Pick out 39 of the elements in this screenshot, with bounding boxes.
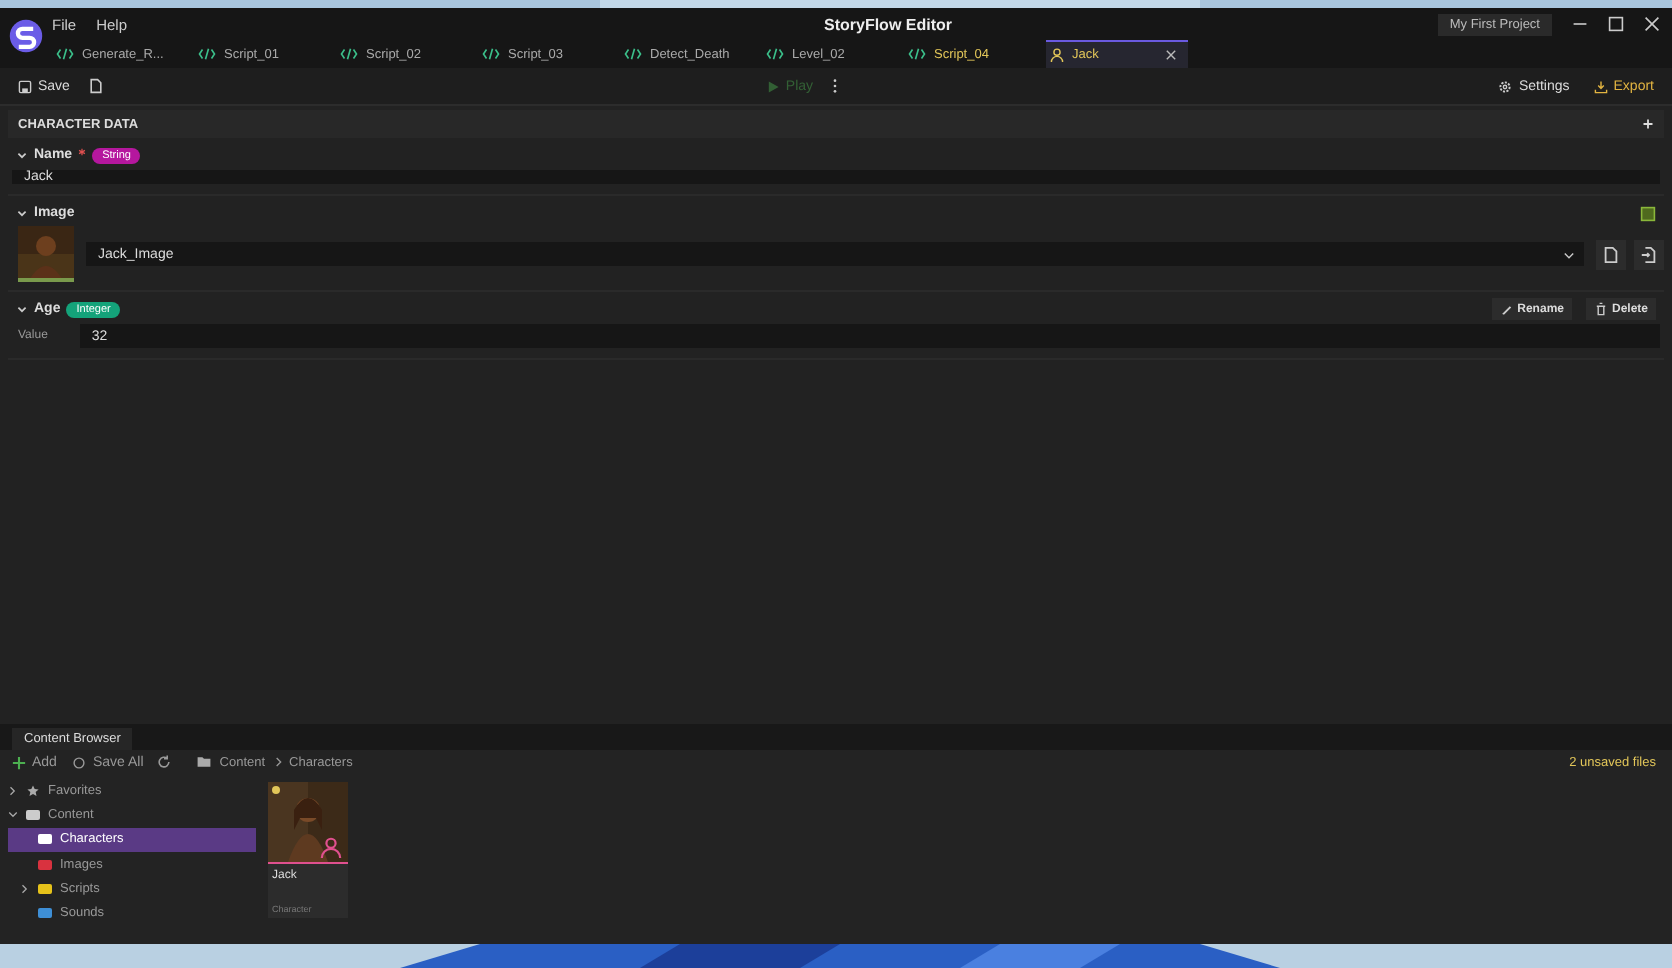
code-icon (56, 48, 74, 60)
refresh-icon[interactable] (155, 754, 172, 770)
chevron-icon (1562, 247, 1576, 261)
chevron-icon[interactable] (20, 883, 30, 894)
chevron-icon[interactable] (8, 785, 18, 796)
code-icon (908, 48, 926, 60)
add-icon[interactable] (1642, 118, 1654, 130)
code-icon (482, 48, 500, 60)
chevron-icon[interactable] (16, 303, 28, 315)
chevron-icon (273, 756, 282, 768)
code-icon (624, 48, 642, 60)
close-icon[interactable] (1164, 48, 1178, 62)
code-icon (198, 48, 216, 60)
file-icon[interactable] (1596, 239, 1626, 269)
document-icon[interactable] (87, 78, 104, 94)
circle-icon (72, 755, 87, 769)
image-icon[interactable] (1640, 205, 1656, 221)
code-icon (766, 48, 784, 60)
close-icon[interactable] (1644, 16, 1660, 32)
person-icon (1050, 48, 1064, 62)
download-icon (1593, 79, 1608, 93)
pencil-icon (1499, 302, 1514, 316)
save-icon (18, 79, 32, 93)
maximize-icon[interactable] (1608, 16, 1624, 32)
play-icon (765, 79, 780, 93)
folder-icon (195, 754, 212, 770)
star-icon (26, 783, 40, 798)
chevron-icon[interactable] (16, 207, 28, 219)
chevron-icon[interactable] (16, 149, 28, 161)
more-icon[interactable] (831, 78, 838, 94)
code-icon (340, 48, 358, 60)
settings-icon (1498, 79, 1513, 93)
person-icon (320, 836, 342, 858)
plus-icon (12, 755, 26, 769)
window-title: StoryFlow Editor (824, 15, 952, 33)
chevron-icon[interactable] (8, 809, 18, 820)
logo-icon (8, 18, 44, 54)
trash-icon (1593, 302, 1608, 316)
import-icon[interactable] (1634, 239, 1664, 269)
